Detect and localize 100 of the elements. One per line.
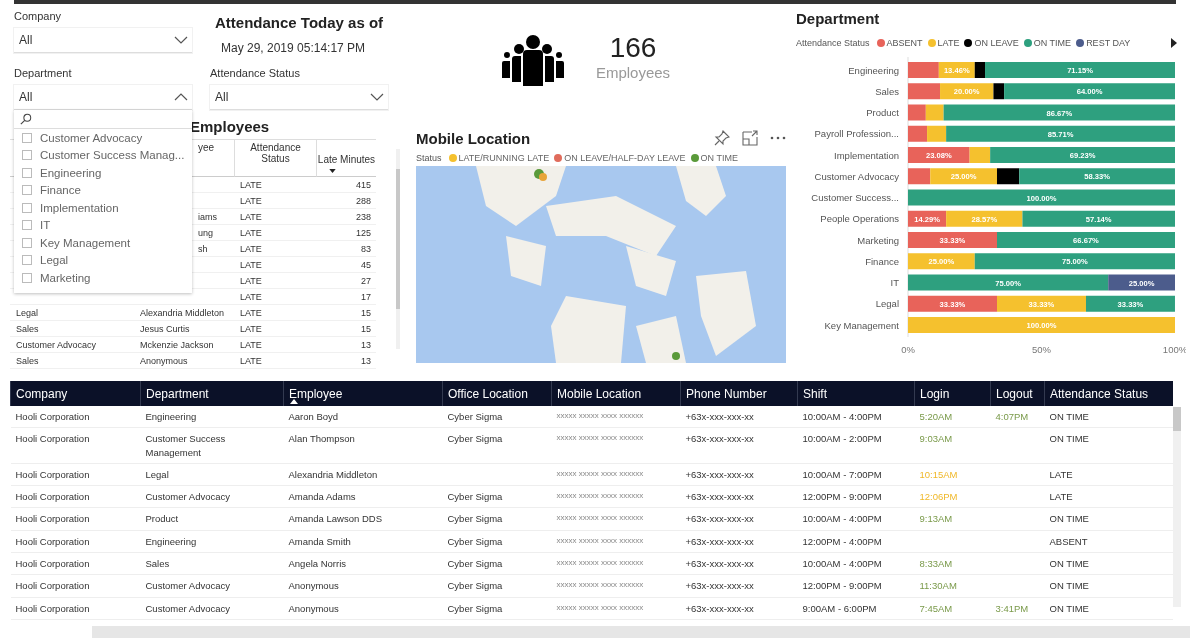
table-cell: Anonymous: [283, 574, 443, 598]
legend-label: ON TIME: [1033, 38, 1072, 48]
checkbox[interactable]: [22, 237, 32, 248]
column-header[interactable]: Company: [10, 381, 141, 406]
table-cell: +63x-xxx-xxx-xx: [680, 427, 798, 464]
axis-label: Payroll Profession...: [814, 128, 899, 140]
table-cell: Customer Advocacy: [16, 339, 97, 350]
scrollbar[interactable]: [1172, 407, 1181, 607]
next-page-icon[interactable]: [1171, 38, 1178, 48]
table-cell: LATE: [240, 195, 262, 206]
list-item[interactable]: Marketing: [14, 269, 192, 287]
column-header[interactable]: Office Location: [442, 381, 552, 406]
table-cell: Hooli Corporation: [10, 574, 141, 598]
checkbox[interactable]: [22, 202, 32, 213]
table-cell: +63x-xxx-xxx-xx: [680, 597, 798, 620]
column-header[interactable]: Logout: [990, 381, 1045, 406]
bar: [908, 62, 939, 78]
column-header[interactable]: Phone Number: [680, 381, 798, 406]
list-item[interactable]: IT: [14, 216, 192, 234]
table-cell: +63x-xxx-xxx-xx: [680, 463, 798, 486]
table-cell: Legal: [140, 463, 284, 486]
table-cell: 15: [361, 323, 371, 334]
table-cell: Cyber Sigma: [442, 574, 552, 598]
column-header[interactable]: Attendance Status: [234, 139, 316, 177]
axis-label: Legal: [875, 298, 899, 310]
table-cell: xxxxx xxxxx xxxx xxxxxx: [551, 530, 681, 553]
axis-label: Key Management: [824, 319, 899, 331]
list-item[interactable]: Finance: [14, 181, 192, 199]
column-header[interactable]: Login: [914, 381, 991, 406]
axis-label: Product: [866, 107, 899, 118]
table-cell: Alan Thompson: [283, 427, 443, 464]
column-header[interactable]: Employee: [283, 381, 443, 406]
table-cell: Hooli Corporation: [10, 552, 141, 575]
table-cell: Alexandria Middleton: [140, 307, 225, 318]
table-cell: Anonymous: [283, 597, 443, 620]
table-cell: LATE: [1044, 485, 1173, 508]
list-item[interactable]: Implementation: [14, 199, 192, 217]
column-header[interactable]: Attendance Status: [1044, 381, 1173, 406]
table-cell: Legal: [16, 307, 39, 318]
table-cell: Cyber Sigma: [442, 597, 552, 620]
table-cell: 10:00AM - 7:00PM: [797, 463, 915, 486]
table-cell: 45: [361, 259, 371, 270]
checkbox[interactable]: [22, 220, 32, 231]
item-label: Marketing: [40, 271, 91, 284]
list-item[interactable]: Key Management: [14, 234, 192, 252]
bar: [908, 125, 928, 142]
axis-label: Sales: [875, 85, 899, 97]
list-item[interactable]: Customer Advocacy: [14, 129, 192, 147]
table-cell: 10:00AM - 4:00PM: [797, 406, 915, 428]
table-cell: Customer Advocacy: [140, 574, 284, 598]
sort-descending-icon: [329, 169, 336, 173]
checkbox[interactable]: [22, 255, 32, 266]
table-cell: +63x-xxx-xxx-xx: [680, 552, 798, 575]
column-header[interactable]: Shift: [797, 381, 915, 406]
table-cell: 27: [361, 275, 371, 286]
table-cell: Cyber Sigma: [442, 406, 552, 428]
pin-icon[interactable]: [714, 130, 730, 146]
chevron-down-icon: [370, 93, 384, 101]
filter-label: Attendance Status: [210, 67, 301, 79]
table-cell: 8:33AM: [914, 552, 991, 575]
table-cell: 238: [355, 211, 371, 222]
table-cell: xxxxx xxxxx xxxx xxxxxx: [551, 463, 681, 486]
scrollbar[interactable]: [92, 626, 1190, 638]
table-cell: 13: [361, 339, 371, 350]
checkbox[interactable]: [22, 272, 32, 283]
checkbox[interactable]: [22, 167, 32, 178]
legend-label: ABSENT: [886, 38, 923, 48]
axis-tick-label: 0%: [901, 344, 915, 355]
table-cell: Alexandria Middleton: [283, 463, 443, 486]
table-cell: sh: [198, 243, 208, 254]
table-cell: ON TIME: [1044, 406, 1173, 428]
table-cell: xxxxx xxxxx xxxx xxxxxx: [551, 427, 681, 464]
list-item[interactable]: Engineering: [14, 164, 192, 182]
checkbox[interactable]: [22, 132, 32, 143]
checkbox[interactable]: [22, 150, 32, 161]
table-cell: Customer Success Management: [140, 427, 284, 464]
axis-label: Marketing: [857, 234, 899, 246]
item-label: IT: [40, 219, 51, 232]
list-item[interactable]: Legal: [14, 251, 192, 269]
table-cell: xxxxx xxxxx xxxx xxxxxx: [551, 597, 681, 620]
more-options-icon[interactable]: [770, 136, 786, 140]
table-cell: LATE: [240, 211, 262, 222]
table-cell: iams: [198, 211, 217, 222]
axis-label: Customer Advocacy: [814, 170, 899, 182]
table-cell: ABSENT: [1044, 530, 1173, 553]
table-cell: ung: [198, 227, 214, 238]
column-header[interactable]: Mobile Location: [551, 381, 681, 406]
table-cell: Mckenzie Jackson: [140, 339, 214, 350]
table-cell: Customer Advocacy: [140, 485, 284, 508]
column-header[interactable]: Department: [140, 381, 284, 406]
heading-title: Attendance Today as of: [215, 14, 385, 31]
table-cell: Hooli Corporation: [10, 530, 141, 553]
scrollbar[interactable]: [396, 149, 400, 349]
chevron-down-icon: [174, 36, 188, 44]
table-cell: +63x-xxx-xxx-xx: [680, 530, 798, 553]
checkbox[interactable]: [22, 185, 32, 196]
focus-mode-icon[interactable]: [742, 130, 758, 146]
list-item[interactable]: Customer Success Manag...: [14, 146, 192, 164]
legend-label: ON LEAVE: [974, 38, 1019, 48]
table-title: Employees: [190, 118, 271, 135]
